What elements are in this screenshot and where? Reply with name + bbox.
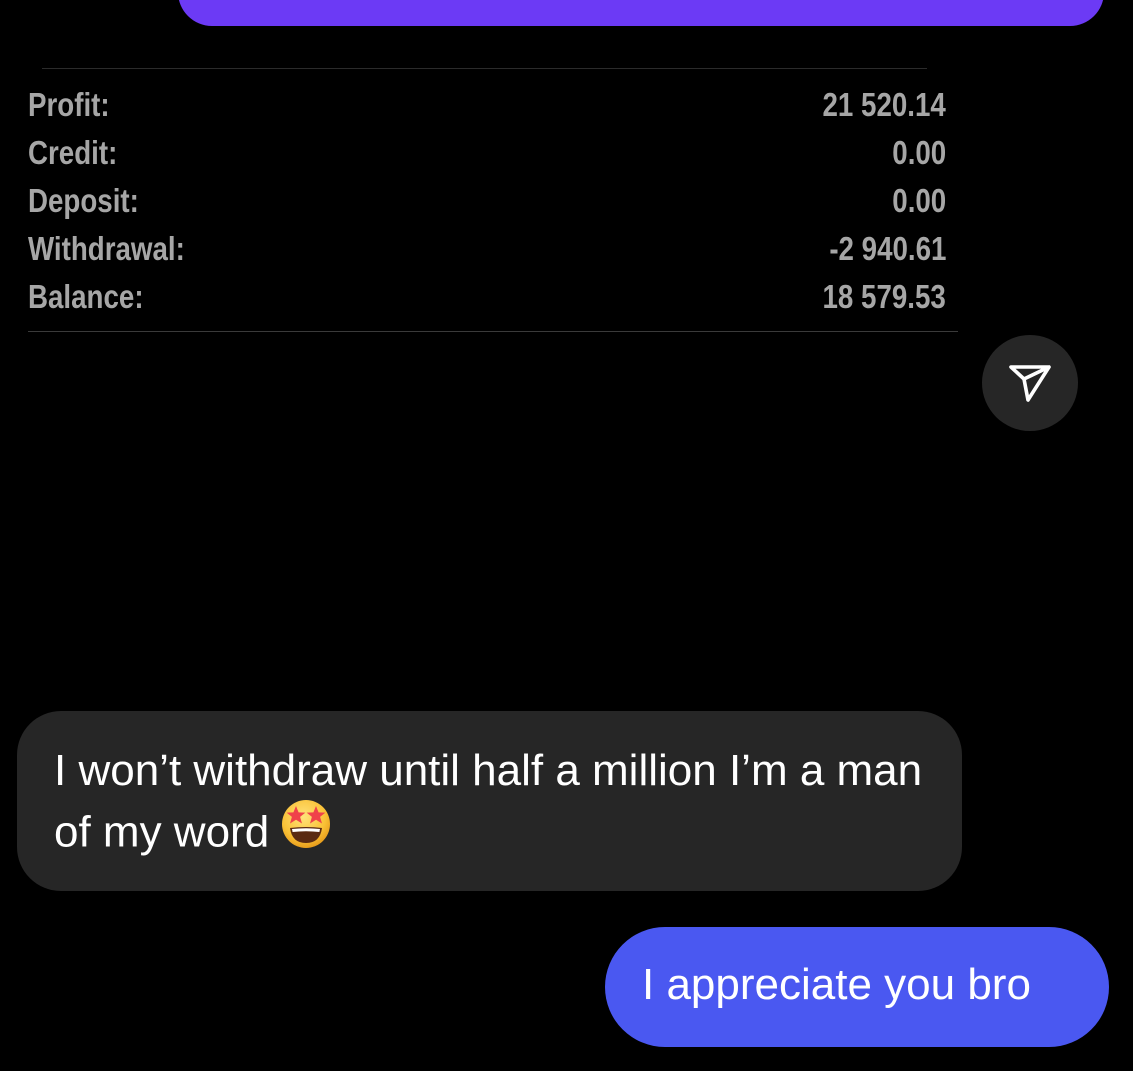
incoming-message-bubble[interactable]: I won’t withdraw until half a million I’… <box>17 711 962 891</box>
profit-label: Profit: <box>28 86 110 123</box>
balance-label: Balance: <box>28 278 144 315</box>
outgoing-message-text: I appreciate you bro <box>642 960 1031 1009</box>
previous-outgoing-message-bubble[interactable] <box>178 0 1104 26</box>
incoming-message-text: I won’t withdraw until half a million I’… <box>54 741 932 869</box>
account-statement-image[interactable]: Profit: 21 520.14 Credit: 0.00 Deposit: … <box>28 68 958 332</box>
deposit-value: 0.00 <box>892 182 946 219</box>
balance-value: 18 579.53 <box>822 278 946 315</box>
outgoing-message-bubble[interactable]: I appreciate you bro <box>605 927 1109 1047</box>
statement-row-profit: Profit: 21 520.14 <box>28 82 946 128</box>
send-icon <box>1007 362 1053 404</box>
statement-row-credit: Credit: 0.00 <box>28 130 946 176</box>
withdrawal-value: -2 940.61 <box>828 230 946 267</box>
statement-divider-bottom <box>28 331 958 332</box>
statement-divider-top <box>42 68 927 69</box>
credit-label: Credit: <box>28 134 118 171</box>
incoming-message-body: I won’t withdraw until half a million I’… <box>54 746 923 857</box>
share-button[interactable] <box>982 335 1078 431</box>
credit-value: 0.00 <box>892 134 946 171</box>
statement-row-balance: Balance: 18 579.53 <box>28 274 946 320</box>
star-struck-emoji-icon <box>277 797 335 865</box>
statement-row-deposit: Deposit: 0.00 <box>28 178 946 224</box>
profit-value: 21 520.14 <box>822 86 946 123</box>
deposit-label: Deposit: <box>28 182 139 219</box>
statement-row-withdrawal: Withdrawal: -2 940.61 <box>28 226 946 272</box>
withdrawal-label: Withdrawal: <box>28 230 185 267</box>
